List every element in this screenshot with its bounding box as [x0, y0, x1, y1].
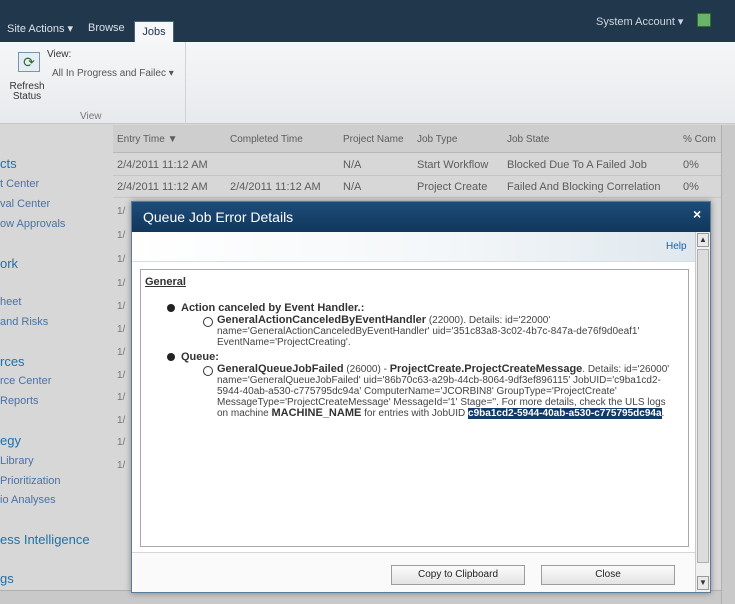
- ribbon: ⟳ Refresh Status View: All In Progress a…: [0, 42, 735, 124]
- circle-bullet-icon: [203, 366, 213, 376]
- app-window: Site Actions ▾ Browse Jobs System Accoun…: [0, 0, 735, 604]
- error-details-panel: General Action canceled by Event Handler…: [140, 269, 689, 547]
- error-heading: Queue:: [181, 351, 219, 363]
- dialog-titlebar: Queue Job Error Details ×: [132, 202, 710, 232]
- refresh-status-button[interactable]: Refresh Status: [8, 82, 46, 102]
- tab-jobs[interactable]: Jobs: [134, 21, 174, 42]
- queue-job-error-dialog: Queue Job Error Details × Help ▲ ▼ Gener…: [131, 201, 711, 593]
- top-bar: Site Actions ▾ Browse Jobs System Accoun…: [0, 0, 735, 42]
- error-detail: GeneralActionCanceledByEventHandler (220…: [217, 314, 640, 349]
- bullet-icon: [167, 353, 175, 361]
- scroll-thumb[interactable]: [697, 249, 709, 563]
- ribbon-group-label: View: [80, 111, 102, 122]
- close-icon[interactable]: ×: [693, 206, 701, 222]
- site-actions-menu[interactable]: Site Actions ▾: [7, 22, 73, 35]
- circle-bullet-icon: [203, 317, 213, 327]
- view-label: View:: [47, 49, 72, 60]
- dialog-title: Queue Job Error Details: [143, 209, 294, 225]
- selected-jobuid[interactable]: c9ba1cd2-5944-40ab-a530-c775795dc94a: [468, 408, 662, 419]
- scroll-up-icon[interactable]: ▲: [697, 233, 709, 247]
- refresh-icon[interactable]: ⟳: [18, 52, 40, 72]
- dialog-footer: Copy to Clipboard Close: [132, 552, 695, 592]
- close-button[interactable]: Close: [541, 565, 675, 585]
- error-detail: GeneralQueueJobFailed (26000) - ProjectC…: [217, 363, 670, 419]
- view-select[interactable]: All In Progress and Failec ▾: [52, 68, 182, 84]
- scroll-down-icon[interactable]: ▼: [697, 576, 709, 590]
- section-general: General: [145, 276, 186, 288]
- help-link[interactable]: Help: [666, 241, 687, 252]
- ribbon-group-view: ⟳ Refresh Status View: All In Progress a…: [0, 42, 186, 124]
- error-heading: Action canceled by Event Handler.:: [181, 302, 365, 314]
- dialog-toolbar: Help: [132, 232, 695, 262]
- copy-to-clipboard-button[interactable]: Copy to Clipboard: [391, 565, 525, 585]
- tab-browse[interactable]: Browse: [88, 22, 125, 34]
- bullet-icon: [167, 304, 175, 312]
- user-status-icon[interactable]: [697, 13, 711, 27]
- dialog-vertical-scrollbar[interactable]: ▲ ▼: [695, 232, 710, 592]
- account-menu[interactable]: System Account ▾: [596, 15, 683, 28]
